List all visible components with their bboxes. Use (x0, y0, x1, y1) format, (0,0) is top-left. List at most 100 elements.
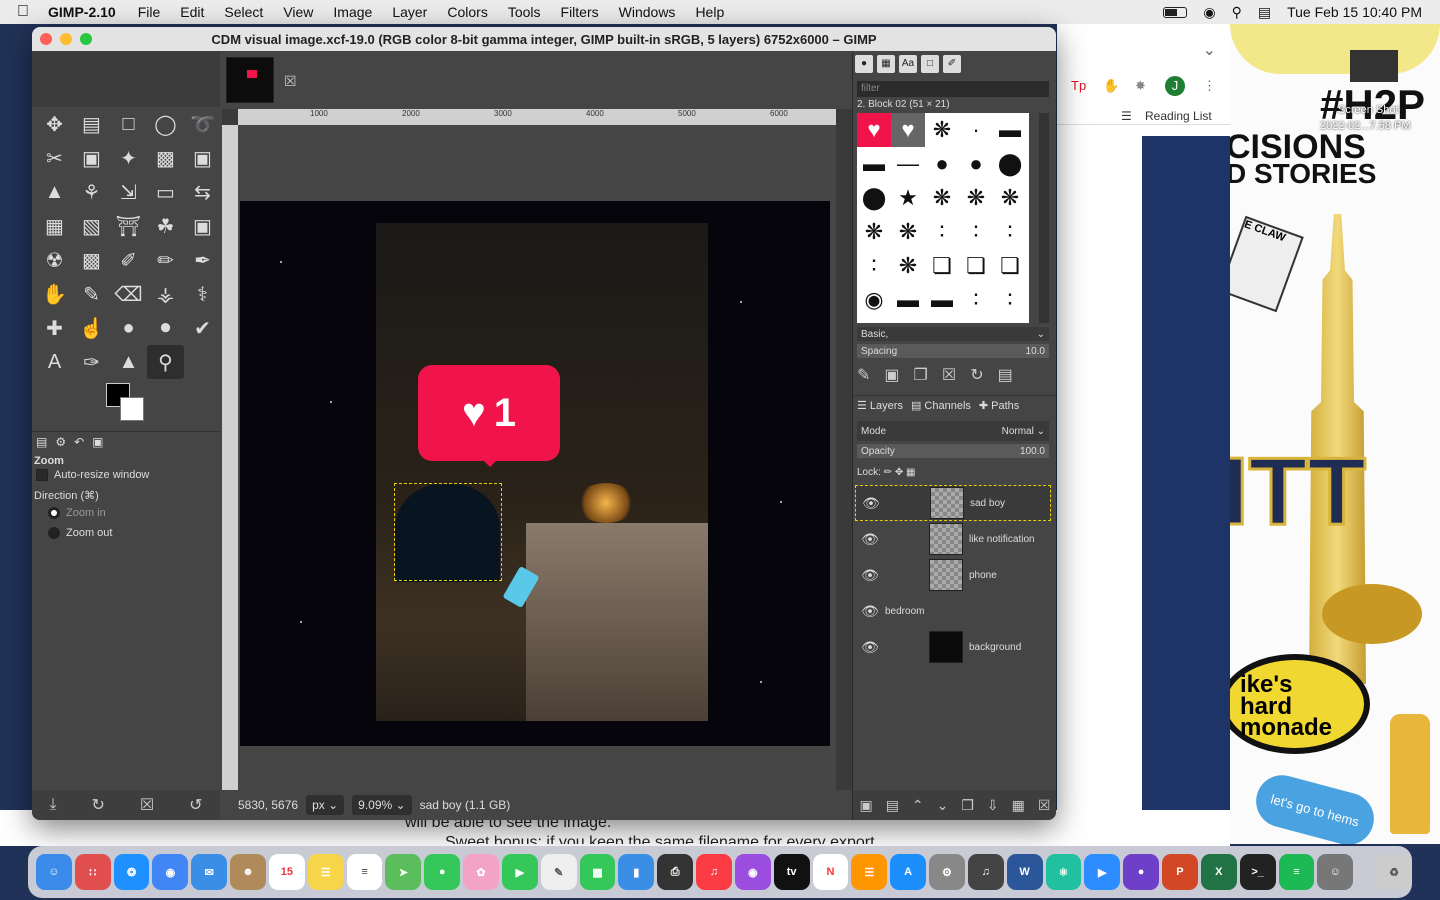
messages-icon[interactable]: ● (424, 854, 461, 890)
lasso-icon[interactable]: ➰ (184, 107, 221, 141)
lower-layer-icon[interactable]: ⌄ (937, 797, 949, 814)
launchpad-icon[interactable]: ∷ (74, 854, 111, 890)
paint-dynamics-tab-icon[interactable]: ✐ (943, 55, 961, 73)
measure-icon[interactable]: ▲ (110, 345, 147, 379)
3d-transform-icon[interactable]: ▧ (73, 209, 110, 243)
delete-options-icon[interactable]: ☒ (140, 795, 154, 815)
paths-tab[interactable]: ✚ Paths (979, 399, 1019, 412)
trash-icon[interactable]: ♻ (1376, 854, 1412, 890)
terminal-icon[interactable]: >_ (1239, 854, 1276, 890)
paintbrush-icon[interactable]: ✐ (110, 243, 147, 277)
merge-layer-icon[interactable]: ⇩ (987, 797, 999, 814)
mypaint-brush-icon[interactable]: ✎ (73, 277, 110, 311)
mask-icon[interactable]: ▦ (1012, 797, 1025, 814)
heal-icon[interactable]: ⚕ (184, 277, 221, 311)
menu-colors[interactable]: Colors (437, 4, 497, 20)
scissors-icon[interactable]: ✂ (36, 141, 73, 175)
delete-brush-icon[interactable]: ☒ (942, 365, 956, 385)
paths-icon[interactable]: ✔ (184, 311, 221, 345)
channels-tab[interactable]: ▤ Channels (911, 399, 971, 412)
zoom-tool-icon[interactable]: ⚲ (147, 345, 184, 379)
background-color[interactable] (120, 397, 144, 421)
zoom-button[interactable] (80, 33, 92, 45)
photos-icon[interactable]: ✿ (463, 854, 499, 890)
gimp-icon[interactable]: ☺ (1317, 854, 1354, 890)
spotify-icon[interactable]: ≡ (1278, 854, 1315, 890)
app-store-icon[interactable]: A (890, 854, 927, 890)
cage-icon[interactable]: ⛩ (110, 209, 147, 243)
brush-scrollbar[interactable] (1039, 113, 1049, 323)
color-select-icon[interactable]: ▩ (147, 141, 184, 175)
brush-filter-input[interactable]: filter (857, 81, 1049, 97)
notes-icon[interactable]: ☰ (307, 854, 344, 890)
apple-icon[interactable]:  (0, 3, 46, 21)
word-icon[interactable]: W (1006, 854, 1043, 890)
brushes-tab-icon[interactable]: ● (855, 55, 873, 73)
wifi-icon[interactable]: ◉ (1203, 4, 1215, 21)
contacts-icon[interactable]: ☻ (230, 854, 266, 890)
dodge-burn-icon[interactable]: ⏺ (147, 311, 184, 345)
system-preferences-icon[interactable]: ⚙ (929, 854, 965, 890)
scale-icon[interactable]: ⇲ (110, 175, 147, 209)
blur-icon[interactable]: ● (110, 311, 147, 345)
color-picker-icon[interactable]: ✑ (73, 345, 110, 379)
github-icon[interactable]: ● (1123, 854, 1160, 890)
profile-avatar[interactable]: J (1165, 76, 1185, 96)
atom-icon[interactable]: ⚛ (1045, 854, 1082, 890)
calendar-icon[interactable]: 15 (268, 854, 305, 890)
chrome-icon[interactable]: ◉ (152, 854, 189, 890)
warp-transform-icon[interactable]: ☘ (147, 209, 184, 243)
facetime-icon[interactable]: ▶ (501, 854, 538, 890)
images-tab-icon[interactable]: ▣ (92, 435, 103, 449)
layer-row-phone[interactable]: 👁 phone (855, 557, 1051, 593)
align-tool-icon[interactable]: ▤ (73, 107, 110, 141)
brush-grid[interactable]: ♥ ♥ ❋ · ▬ ▬ ― ● ● ⬤ ⬤ ★ ❋ ❋ ❋ ❋ ❋ ∶ ∶ ∶ ∶ ❋ ❏ ❏ ❏ ◉ ▬ ▬ ∶ ∶ (857, 113, 1029, 323)
clock[interactable]: Tue Feb 15 10:40 PM (1287, 4, 1422, 20)
move-tool-icon[interactable]: ✥ (36, 107, 73, 141)
new-brush-icon[interactable]: ▣ (884, 365, 899, 385)
handle-transform-icon[interactable]: ▣ (184, 209, 221, 243)
patterns-tab-icon[interactable]: ▦ (877, 55, 895, 73)
screenshot-label[interactable]: Screen Shot (1338, 104, 1399, 116)
smudge-icon[interactable]: ☝ (73, 311, 110, 345)
search-icon[interactable]: ⚲ (1232, 4, 1242, 21)
finder-icon[interactable]: ☺ (36, 854, 72, 890)
reset-options-icon[interactable]: ↺ (189, 795, 202, 815)
reading-list-icon[interactable]: ☰ (1121, 109, 1132, 123)
crop-icon[interactable]: ▣ (184, 141, 221, 175)
printer-icon[interactable]: ⎙ (657, 854, 694, 890)
rect-select-icon[interactable]: □ (110, 107, 147, 141)
documents-tab-icon[interactable]: □ (921, 55, 939, 73)
spacing-slider[interactable]: Spacing 10.0 (857, 344, 1049, 358)
auto-resize-checkbox[interactable]: Auto-resize window (36, 469, 149, 482)
brush-preset-select[interactable]: Basic, ⌄ (857, 327, 1049, 341)
ink-icon[interactable]: ✋ (36, 277, 73, 311)
new-layer-group-icon[interactable]: ▤ (886, 797, 899, 814)
zoom-select[interactable]: 9.09% ⌄ (352, 795, 412, 815)
fuzzy-select-icon[interactable]: ✦ (110, 141, 147, 175)
clone-icon[interactable]: ⚶ (147, 277, 184, 311)
perspective-clone-icon[interactable]: ✚ (36, 311, 73, 345)
foreground-select-icon[interactable]: ▣ (73, 141, 110, 175)
menu-filters[interactable]: Filters (551, 4, 609, 20)
unified-transform-icon[interactable]: ▲ (36, 175, 73, 209)
unit-select[interactable]: px ⌄ (306, 795, 345, 815)
menu-help[interactable]: Help (685, 4, 734, 20)
music-icon[interactable]: ♫ (696, 854, 732, 890)
menu-layer[interactable]: Layer (382, 4, 437, 20)
menu-edit[interactable]: Edit (170, 4, 214, 20)
undo-history-icon[interactable]: ↶ (74, 435, 84, 449)
new-layer-icon[interactable]: ▣ (859, 797, 872, 814)
flip-icon[interactable]: ⇆ (184, 175, 221, 209)
duplicate-layer-icon[interactable]: ❐ (961, 797, 974, 814)
visibility-eye-icon[interactable]: 👁 (855, 603, 885, 620)
powerpoint-icon[interactable]: P (1162, 854, 1198, 890)
menu-image[interactable]: Image (323, 4, 382, 20)
chevron-down-icon[interactable]: ⌄ (1203, 40, 1216, 60)
mode-select[interactable]: Mode Normal ⌄ (857, 421, 1049, 441)
open-as-image-icon[interactable]: ▤ (998, 365, 1013, 385)
menu-tools[interactable]: Tools (498, 4, 551, 20)
extension-icon[interactable]: Tp (1071, 78, 1086, 93)
podcasts-icon[interactable]: ◉ (734, 854, 771, 890)
screenshot-thumbnail[interactable] (1350, 50, 1398, 82)
